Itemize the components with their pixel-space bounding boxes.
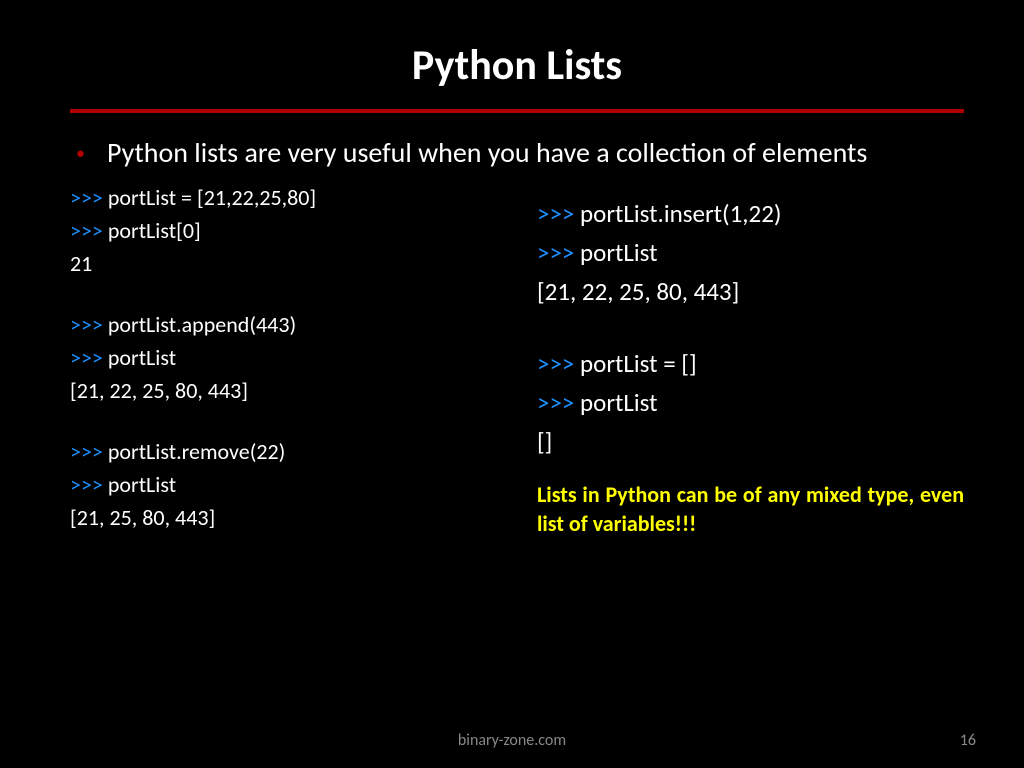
code-text: portList = []: [580, 348, 697, 379]
code-line: >>> portList = [21,22,25,80]: [70, 181, 497, 214]
prompt-icon: >>>: [70, 184, 103, 211]
prompt-icon: >>>: [537, 198, 574, 229]
code-text: portList.remove(22): [108, 438, 286, 465]
spacer: [70, 407, 497, 435]
code-text: portList: [108, 344, 176, 371]
code-text: portList: [580, 237, 658, 268]
prompt-icon: >>>: [537, 237, 574, 268]
code-text: portList.append(443): [108, 311, 296, 338]
code-output: [21, 25, 80, 443]: [70, 501, 497, 534]
left-column: >>> portList = [21,22,25,80] >>> portLis…: [70, 181, 497, 539]
code-text: portList.insert(1,22): [580, 198, 781, 229]
code-text: portList = [21,22,25,80]: [108, 184, 316, 211]
prompt-icon: >>>: [70, 438, 103, 465]
footer-page-number: 16: [960, 731, 976, 750]
code-text: portList: [580, 387, 658, 418]
right-column: >>> portList.insert(1,22) >>> portList […: [537, 181, 964, 539]
code-line: >>> portList: [537, 234, 964, 273]
prompt-icon: >>>: [70, 217, 103, 244]
prompt-icon: >>>: [70, 311, 103, 338]
code-output: [21, 22, 25, 80, 443]: [537, 273, 964, 312]
code-line: >>> portList.insert(1,22): [537, 195, 964, 234]
code-text: portList: [108, 471, 176, 498]
prompt-icon: >>>: [70, 471, 103, 498]
code-output: 21: [70, 247, 497, 280]
slide: Python Lists • Python lists are very use…: [0, 0, 1024, 768]
bullet-text: Python lists are very useful when you ha…: [107, 135, 867, 170]
bullet-item: • Python lists are very useful when you …: [70, 135, 964, 171]
code-text: portList[0]: [108, 217, 201, 244]
code-line: >>> portList.remove(22): [70, 435, 497, 468]
spacer: [70, 280, 497, 308]
code-output: [21, 22, 25, 80, 443]: [70, 374, 497, 407]
code-output: []: [537, 423, 964, 462]
code-line: >>> portList.append(443): [70, 308, 497, 341]
code-line: >>> portList: [537, 384, 964, 423]
code-columns: >>> portList = [21,22,25,80] >>> portLis…: [70, 181, 964, 539]
prompt-icon: >>>: [70, 344, 103, 371]
code-line: >>> portList: [70, 468, 497, 501]
footer-site: binary-zone.com: [458, 731, 566, 750]
spacer: [537, 311, 964, 345]
code-line: >>> portList: [70, 341, 497, 374]
code-line: >>> portList = []: [537, 345, 964, 384]
title-divider: [70, 109, 964, 113]
prompt-icon: >>>: [537, 348, 574, 379]
code-line: >>> portList[0]: [70, 214, 497, 247]
bullet-marker: •: [76, 135, 85, 171]
note-text: Lists in Python can be of any mixed type…: [537, 480, 964, 539]
slide-title: Python Lists: [70, 40, 964, 91]
prompt-icon: >>>: [537, 387, 574, 418]
